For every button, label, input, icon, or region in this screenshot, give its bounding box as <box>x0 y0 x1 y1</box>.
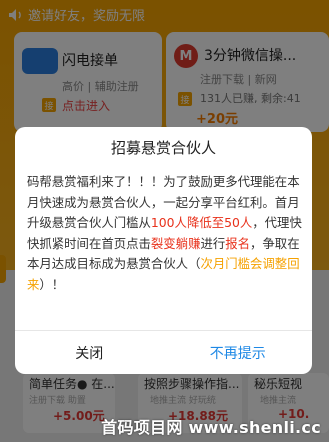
message-highlight: 裂变躺赚 <box>150 235 201 251</box>
dont-show-again-button[interactable]: 不再提示 <box>164 331 313 374</box>
message-text: ）！ <box>39 276 65 292</box>
message-highlight: 报名 <box>225 235 251 251</box>
dialog-title: 招募悬赏合伙人 <box>110 139 216 157</box>
message-text: 进行 <box>200 235 226 251</box>
message-highlight: 100人降低至50人 <box>150 215 253 230</box>
dialog-message: 码帮悬赏福利来了！！！为了鼓励更多代理能在本月快速成为悬赏合伙人，一起分享平台红… <box>27 172 303 295</box>
recruit-partner-dialog: 招募悬赏合伙人 码帮悬赏福利来了！！！为了鼓励更多代理能在本月快速成为悬赏合伙人… <box>15 127 312 374</box>
site-watermark: 首码项目网 www.shenli.cc <box>101 418 321 437</box>
dialog-footer: 关闭 不再提示 <box>15 330 312 374</box>
close-button[interactable]: 关闭 <box>15 331 164 374</box>
